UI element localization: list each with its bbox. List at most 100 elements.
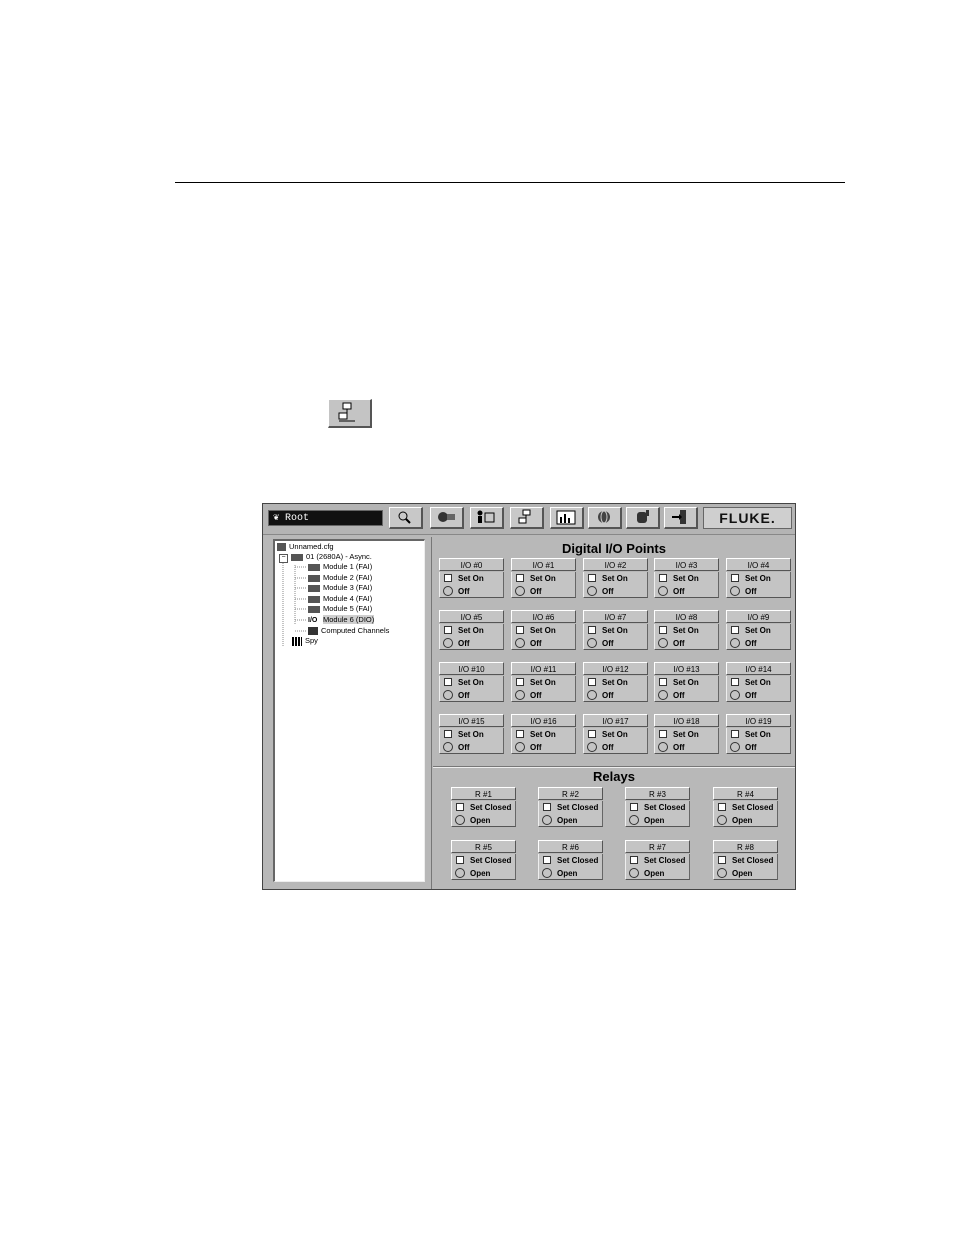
checkbox[interactable]: [588, 626, 596, 634]
io-icon: I/O: [308, 617, 318, 624]
io-point-set-checkbox-row[interactable]: Set On: [583, 572, 648, 585]
checkbox[interactable]: [516, 730, 524, 738]
io-point-set-checkbox-row[interactable]: Set On: [726, 572, 791, 585]
io-point-set-checkbox-row[interactable]: Set On: [439, 676, 504, 689]
io-point-set-checkbox-row[interactable]: Set On: [583, 728, 648, 741]
relay-state-label: Open: [644, 816, 665, 825]
tools-button[interactable]: [430, 507, 464, 529]
people-button[interactable]: [470, 507, 504, 529]
chart-button[interactable]: [550, 507, 584, 529]
relay-set-checkbox-row[interactable]: Set Closed: [538, 854, 603, 867]
io-point-set-checkbox-row[interactable]: Set On: [726, 676, 791, 689]
tree-item-module-1[interactable]: Module 1 (FAI): [308, 562, 372, 572]
checkbox[interactable]: [543, 856, 551, 864]
checkbox[interactable]: [731, 626, 739, 634]
io-point-state-label: Off: [602, 743, 614, 752]
checkbox[interactable]: [588, 730, 596, 738]
tree-item-module-3[interactable]: Module 3 (FAI): [308, 583, 372, 593]
checkbox[interactable]: [718, 856, 726, 864]
checkbox[interactable]: [456, 803, 464, 811]
status-led-icon: [629, 815, 639, 825]
io-point-set-label: Set On: [745, 730, 771, 739]
checkbox[interactable]: [456, 856, 464, 864]
relay-set-checkbox-row[interactable]: Set Closed: [713, 801, 778, 814]
io-point-set-checkbox-row[interactable]: Set On: [654, 624, 719, 637]
checkbox[interactable]: [731, 730, 739, 738]
tree-item-module-4[interactable]: Module 4 (FAI): [308, 594, 372, 604]
relay-set-checkbox-row[interactable]: Set Closed: [451, 801, 516, 814]
io-point-set-label: Set On: [673, 730, 699, 739]
checkbox[interactable]: [659, 730, 667, 738]
io-point-set-checkbox-row[interactable]: Set On: [654, 676, 719, 689]
checkbox[interactable]: [659, 626, 667, 634]
tree-item-spy[interactable]: Spy: [292, 636, 318, 646]
globe-button[interactable]: [588, 507, 622, 529]
checkbox[interactable]: [543, 803, 551, 811]
tree-item-config[interactable]: Unnamed.cfg: [277, 542, 334, 552]
tree-item-module-5[interactable]: Module 5 (FAI): [308, 604, 372, 614]
checkbox[interactable]: [444, 730, 452, 738]
io-point-state-label: Off: [673, 639, 685, 648]
tools-icon: [438, 512, 455, 522]
tree-item-module-6[interactable]: I/O Module 6 (DIO): [308, 615, 375, 625]
io-point-set-checkbox-row[interactable]: Set On: [439, 728, 504, 741]
io-point-set-label: Set On: [458, 678, 484, 687]
checkbox[interactable]: [516, 574, 524, 582]
checkbox[interactable]: [718, 803, 726, 811]
checkbox[interactable]: [630, 803, 638, 811]
tree-item-computed-channels[interactable]: Computed Channels: [308, 626, 389, 636]
search-button[interactable]: [389, 507, 423, 529]
tree-item-instrument[interactable]: − 01 (2680A) - Async.: [279, 552, 372, 563]
exit-button[interactable]: [664, 507, 698, 529]
checkbox[interactable]: [444, 626, 452, 634]
relay-set-checkbox-row[interactable]: Set Closed: [625, 854, 690, 867]
tree-item-label: Module 1 (FAI): [323, 562, 373, 571]
relay-set-checkbox-row[interactable]: Set Closed: [713, 854, 778, 867]
root-selector[interactable]: ❦ Root: [268, 510, 383, 526]
status-led-icon: [658, 586, 668, 596]
relay-label: R #6: [538, 840, 603, 853]
checkbox[interactable]: [731, 678, 739, 686]
io-point-state-label: Off: [458, 743, 470, 752]
hand-button[interactable]: [626, 507, 660, 529]
io-point-set-checkbox-row[interactable]: Set On: [439, 624, 504, 637]
io-point-label: I/O #6: [511, 610, 576, 623]
tree-item-label: Module 2 (FAI): [323, 573, 373, 582]
io-point-set-checkbox-row[interactable]: Set On: [511, 624, 576, 637]
checkbox[interactable]: [516, 626, 524, 634]
io-point-set-checkbox-row[interactable]: Set On: [511, 676, 576, 689]
io-point-set-checkbox-row[interactable]: Set On: [654, 572, 719, 585]
checkbox[interactable]: [588, 678, 596, 686]
relay-set-checkbox-row[interactable]: Set Closed: [451, 854, 516, 867]
checkbox[interactable]: [659, 678, 667, 686]
io-point-set-checkbox-row[interactable]: Set On: [726, 624, 791, 637]
io-point-set-label: Set On: [530, 730, 556, 739]
checkbox[interactable]: [630, 856, 638, 864]
io-point-group: I/O #13 Set On Off: [654, 662, 719, 703]
io-point-state-label: Off: [530, 743, 542, 752]
io-point-set-checkbox-row[interactable]: Set On: [583, 676, 648, 689]
fluke-logo: FLUKE.: [703, 507, 792, 529]
io-point-set-checkbox-row[interactable]: Set On: [583, 624, 648, 637]
status-led-icon: [443, 690, 453, 700]
status-led-icon: [443, 586, 453, 596]
io-point-group: I/O #8 Set On Off: [654, 610, 719, 651]
checkbox[interactable]: [444, 678, 452, 686]
io-point-set-checkbox-row[interactable]: Set On: [439, 572, 504, 585]
relay-state-label: Open: [644, 869, 665, 878]
io-point-set-checkbox-row[interactable]: Set On: [511, 728, 576, 741]
io-point-set-checkbox-row[interactable]: Set On: [654, 728, 719, 741]
config-tree[interactable]: Unnamed.cfg − 01 (2680A) - Async. Module …: [273, 539, 425, 882]
relay-set-checkbox-row[interactable]: Set Closed: [625, 801, 690, 814]
checkbox[interactable]: [588, 574, 596, 582]
checkbox[interactable]: [659, 574, 667, 582]
io-point-set-checkbox-row[interactable]: Set On: [511, 572, 576, 585]
io-point-set-checkbox-row[interactable]: Set On: [726, 728, 791, 741]
checkbox[interactable]: [444, 574, 452, 582]
tree-item-module-2[interactable]: Module 2 (FAI): [308, 573, 372, 583]
network-button[interactable]: [510, 507, 544, 529]
tree-item-label: Unnamed.cfg: [289, 542, 334, 551]
relay-set-checkbox-row[interactable]: Set Closed: [538, 801, 603, 814]
checkbox[interactable]: [731, 574, 739, 582]
checkbox[interactable]: [516, 678, 524, 686]
